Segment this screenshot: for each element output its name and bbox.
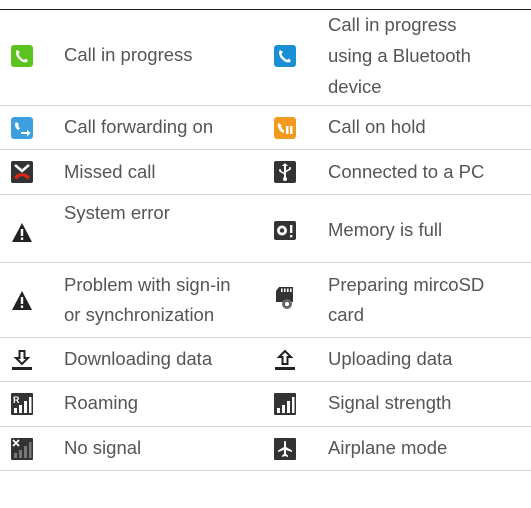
table-cell: Call on hold (265, 106, 531, 149)
warning-icon (11, 222, 33, 244)
status-label-line: Call in progress (328, 14, 457, 35)
status-label: Downloading data (64, 348, 213, 369)
status-label-line: device (328, 76, 382, 97)
table-cell: Downloading data (0, 338, 265, 381)
status-label: No signal (64, 437, 142, 458)
table-row: System error Memory is full (0, 195, 531, 263)
status-label: Connected to a PC (328, 161, 485, 182)
table-row: Downloading data Uploading data (0, 338, 531, 382)
table-cell: Signal strength (265, 382, 531, 426)
airplane-mode-icon (274, 438, 296, 460)
status-label: Call on hold (328, 116, 426, 137)
table-row: R Roaming Signal strength (0, 382, 531, 427)
svg-text:R: R (13, 395, 20, 405)
table-cell: Problem with sign-in or synchronization (0, 263, 265, 337)
status-label-line: Problem with sign-in (64, 274, 231, 295)
table-cell: R Roaming (0, 382, 265, 426)
table-cell: Missed call (0, 150, 265, 194)
call-on-hold-icon (274, 117, 296, 139)
sd-card-icon (274, 287, 296, 309)
table-cell: No signal (0, 427, 265, 470)
table-cell: Call forwarding on (0, 106, 265, 149)
table-row: Call in progress Call in progress using … (0, 10, 531, 106)
status-label-line: or synchronization (64, 304, 215, 325)
download-icon (11, 349, 33, 371)
status-label: Call forwarding on (64, 116, 214, 137)
status-label: Call in progress (64, 44, 193, 65)
table-cell: Airplane mode (265, 427, 531, 470)
status-label-line: using a Bluetooth (328, 45, 471, 66)
table-cell: Connected to a PC (265, 150, 531, 194)
missed-call-icon (11, 161, 33, 183)
table-cell: Call in progress using a Bluetooth devic… (265, 10, 531, 105)
status-icons-table: Call in progress Call in progress using … (0, 9, 531, 471)
status-label: Uploading data (328, 348, 453, 369)
signal-strength-icon (274, 393, 296, 415)
table-cell: Preparing mircoSD card (265, 263, 531, 337)
no-signal-icon (11, 438, 33, 460)
upload-icon (274, 349, 296, 371)
call-in-progress-bluetooth-icon (274, 45, 296, 67)
table-cell: System error (0, 195, 265, 262)
table-cell: Call in progress (0, 10, 265, 105)
table-row: Problem with sign-in or synchronization … (0, 263, 531, 338)
status-label: Roaming (64, 392, 139, 413)
status-label-line: Preparing mircoSD (328, 274, 485, 295)
table-cell: Uploading data (265, 338, 531, 381)
table-row: Call forwarding on Call on hold (0, 106, 531, 150)
status-label: Memory is full (328, 219, 443, 240)
table-cell: Memory is full (265, 195, 531, 262)
memory-full-icon (274, 219, 296, 241)
table-row: Missed call Connected to a PC (0, 150, 531, 195)
call-in-progress-green-icon (11, 45, 33, 67)
roaming-signal-icon: R (11, 393, 33, 415)
table-row: No signal Airplane mode (0, 427, 531, 471)
status-label: Airplane mode (328, 437, 448, 458)
call-forwarding-icon (11, 117, 33, 139)
warning-icon (11, 290, 33, 312)
status-label: System error (64, 202, 170, 223)
usb-icon (274, 161, 296, 183)
status-label-line: card (328, 304, 364, 325)
status-label: Missed call (64, 161, 156, 182)
status-label: Signal strength (328, 392, 452, 413)
